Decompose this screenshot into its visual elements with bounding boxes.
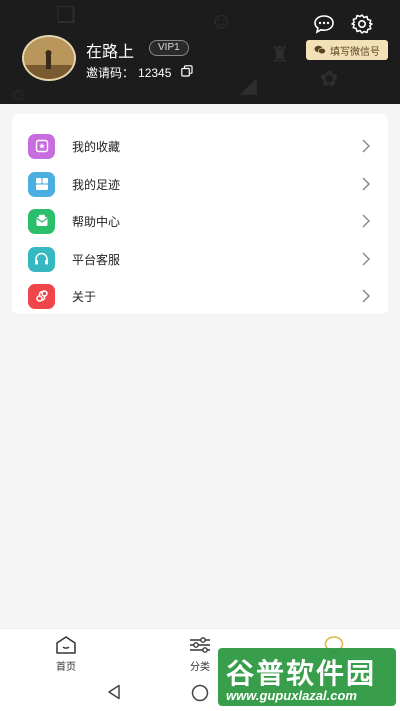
fill-wechat-label: 填写微信号 xyxy=(330,46,380,58)
menu-item-label: 帮助中心 xyxy=(72,214,121,229)
home-button-icon[interactable] xyxy=(191,684,209,702)
message-icon[interactable] xyxy=(312,12,336,36)
footprint-icon xyxy=(28,171,55,197)
decor-doodle: ✿ xyxy=(320,66,339,91)
home-icon xyxy=(56,636,76,654)
invite-code-row: 邀请码： 12345 xyxy=(86,64,193,81)
invite-code: 12345 xyxy=(138,65,172,80)
menu-item-label: 我的足迹 xyxy=(72,177,121,192)
settings-gear-icon[interactable] xyxy=(350,12,374,36)
chevron-right-icon xyxy=(362,289,370,303)
about-icon xyxy=(28,283,55,309)
decor-doodle: ☼ xyxy=(8,80,29,104)
invite-label: 邀请码： xyxy=(86,66,135,80)
chevron-right-icon xyxy=(362,214,370,228)
username: 在路上 xyxy=(86,44,135,61)
decor-doodle: ◢ xyxy=(240,72,257,97)
menu-item-label: 我的收藏 xyxy=(72,139,121,154)
tab-label: 首页 xyxy=(56,662,76,673)
back-icon[interactable] xyxy=(106,684,122,700)
decor-doodle: ☺ xyxy=(210,8,233,33)
menu-item-help[interactable]: 帮助中心 xyxy=(12,203,388,239)
menu-card: 我的收藏 我的足迹 帮助中心 平台客服 关于 xyxy=(12,114,388,314)
vip-badge: VIP1 xyxy=(149,40,189,56)
menu-item-footprint[interactable]: 我的足迹 xyxy=(12,166,388,202)
headset-icon xyxy=(28,246,55,272)
watermark: 谷普软件园 www.gupuxlazal.com xyxy=(218,648,396,706)
menu-item-favorites[interactable]: 我的收藏 xyxy=(12,128,388,164)
favorites-icon xyxy=(28,133,55,159)
tab-home[interactable]: 首页 xyxy=(36,635,96,673)
profile-header: ❑ ☺ ♜ ✿ ◢ ☼ 填写微信号 在路上 VIP1 邀请码： 12345 xyxy=(0,0,400,104)
chevron-right-icon xyxy=(362,252,370,266)
watermark-url: www.gupuxlazal.com xyxy=(226,688,357,703)
fill-wechat-button[interactable]: 填写微信号 xyxy=(306,40,388,60)
help-icon xyxy=(28,208,55,234)
watermark-title: 谷普软件园 xyxy=(226,658,377,689)
menu-item-customer-service[interactable]: 平台客服 xyxy=(12,241,388,277)
wechat-icon xyxy=(314,45,326,55)
menu-item-label: 平台客服 xyxy=(72,252,121,267)
decor-doodle: ❑ xyxy=(56,2,76,27)
chevron-right-icon xyxy=(362,177,370,191)
avatar[interactable] xyxy=(22,35,76,81)
category-icon xyxy=(190,637,210,653)
decor-doodle: ♜ xyxy=(270,42,290,67)
copy-icon[interactable] xyxy=(181,65,193,80)
tab-label: 分类 xyxy=(190,662,210,673)
menu-item-about[interactable]: 关于 xyxy=(12,278,388,314)
menu-item-label: 关于 xyxy=(72,289,97,304)
chevron-right-icon xyxy=(362,139,370,153)
